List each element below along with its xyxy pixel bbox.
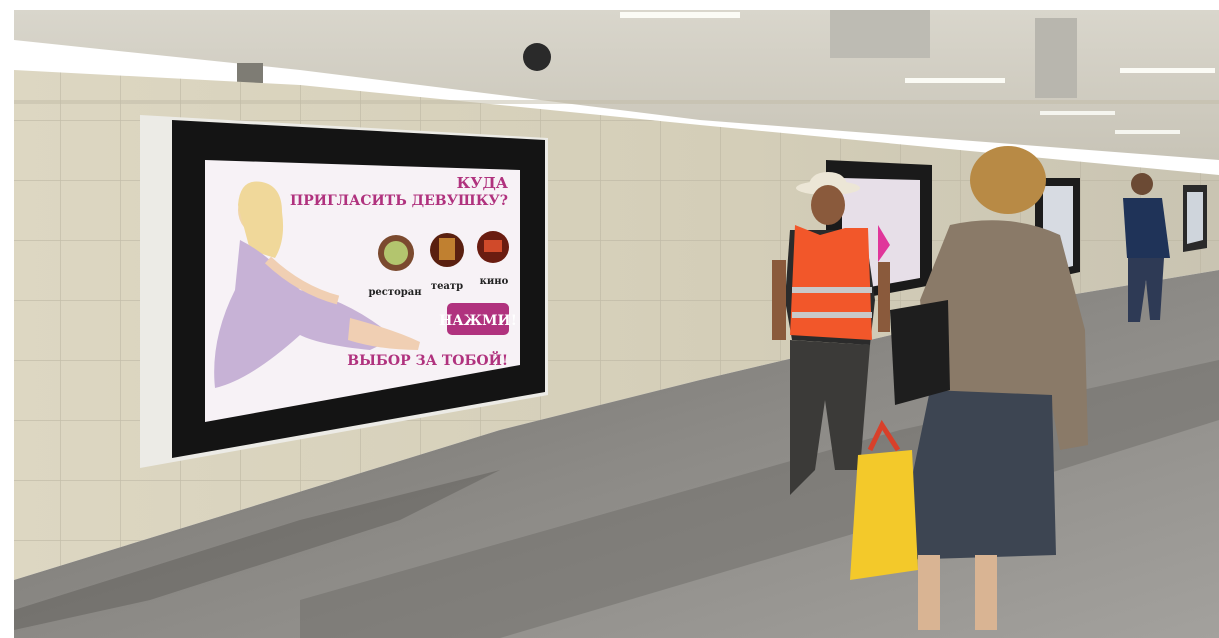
ceiling-light	[1115, 130, 1180, 134]
ad-headline-1: КУДА	[457, 174, 509, 192]
ceiling-light	[1120, 68, 1215, 73]
ad-headline-2: ПРИГЛАСИТЬ ДЕВУШКУ?	[290, 193, 508, 209]
ceiling-light	[905, 78, 1005, 83]
option-label: ресторан	[368, 287, 421, 298]
cta-label: НАЖМИ!	[439, 313, 517, 329]
ceiling-light	[1040, 111, 1115, 115]
ad-tagline: ВЫБОР ЗА ТОБОЙ!	[347, 350, 508, 369]
ceiling-light	[620, 12, 740, 18]
ceiling-panel	[830, 10, 930, 58]
security-camera	[523, 43, 551, 71]
ceiling-panel	[1035, 18, 1077, 98]
junction-box	[237, 63, 263, 83]
option-label: театр	[431, 281, 463, 292]
underpass-scene: КУДА ПРИГЛАСИТЬ ДЕВУШКУ? ресторан театр …	[0, 0, 1219, 638]
option-label: кино	[480, 276, 509, 287]
distant-screen	[1183, 185, 1207, 252]
